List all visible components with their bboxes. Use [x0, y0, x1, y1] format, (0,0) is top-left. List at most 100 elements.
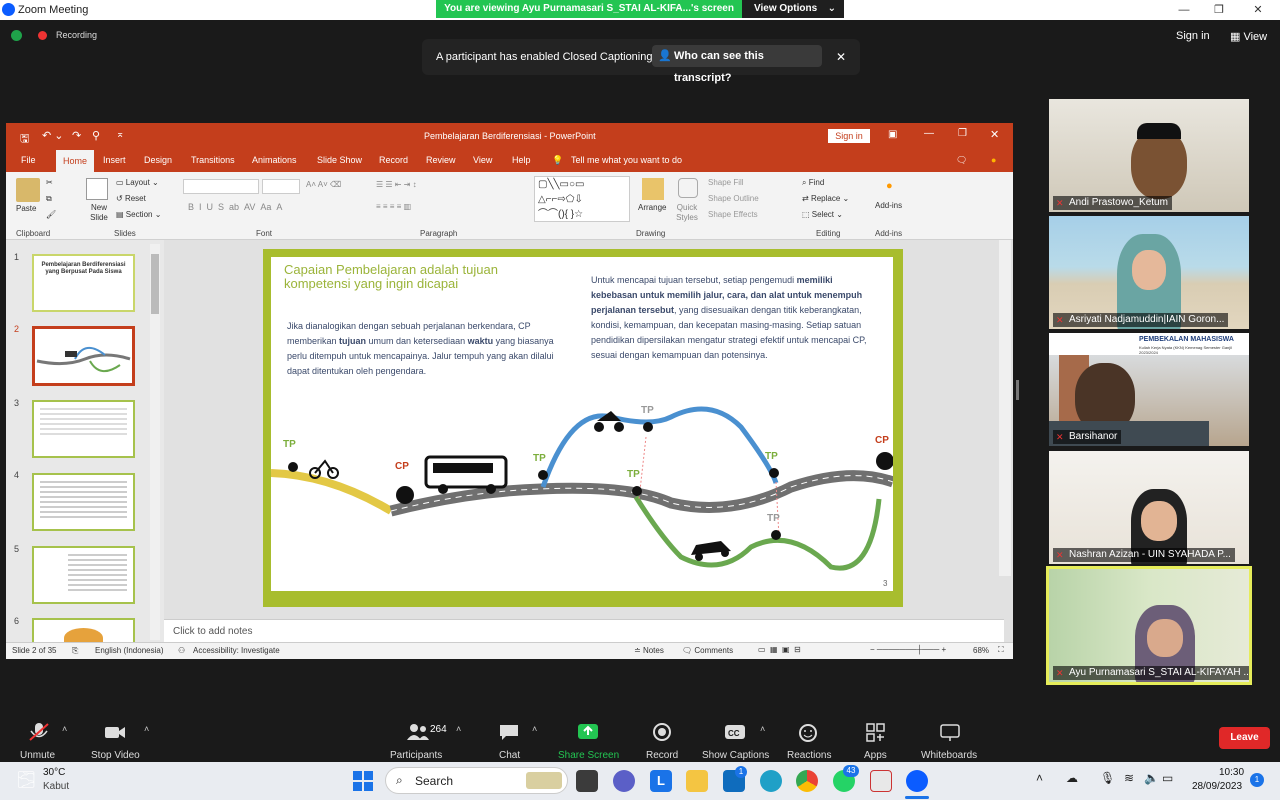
- participant-tile[interactable]: PEMBEKALAN MAHASISWA Kuliah Kerja Nyata …: [1049, 333, 1249, 446]
- tab-review[interactable]: Review: [426, 155, 456, 165]
- mail-icon[interactable]: 1: [723, 766, 747, 792]
- whiteboard-icon[interactable]: [939, 722, 961, 742]
- cloud-icon[interactable]: ☁: [1066, 771, 1078, 785]
- share-screen-icon[interactable]: [577, 722, 599, 742]
- view-options-button[interactable]: View Options ⌄: [742, 0, 844, 18]
- clock-time[interactable]: 10:30: [1219, 767, 1244, 778]
- new-slide-icon[interactable]: [86, 178, 108, 200]
- layout-button[interactable]: ▭ Layout ⌄: [116, 178, 159, 187]
- find-button[interactable]: ⌕ Find: [802, 178, 824, 188]
- tab-home[interactable]: Home: [56, 150, 94, 172]
- participant-tile[interactable]: ✕ Asriyati Nadjamuddin|IAIN Goron...: [1049, 216, 1249, 329]
- shapes-gallery[interactable]: ▢╲╲▭○▭ △⌐⌐⇨⬠⇩ ⌒⌒(){ }☆: [534, 176, 630, 222]
- l-app-icon[interactable]: L: [650, 770, 672, 792]
- edit-scrollbar[interactable]: [999, 240, 1011, 576]
- shape-fill-button[interactable]: Shape Fill: [708, 178, 744, 187]
- current-slide[interactable]: Capaian Pembelajaran adalah tujuan kompe…: [263, 249, 903, 607]
- weather-temp[interactable]: 30°C: [43, 767, 65, 778]
- chevron-up-icon[interactable]: ˄: [456, 724, 461, 734]
- record-icon[interactable]: [651, 722, 673, 742]
- tab-help[interactable]: Help: [512, 155, 531, 165]
- participant-tile-active-speaker[interactable]: ✕ Ayu Purnamasari S_STAI AL-KIFAYAH ...: [1046, 566, 1252, 685]
- notes-button[interactable]: ≐ Notes: [634, 646, 664, 655]
- shape-outline-button[interactable]: Shape Outline: [708, 194, 759, 203]
- accessibility-icon[interactable]: ⚇: [178, 646, 185, 655]
- spelling-icon[interactable]: ⎘: [72, 646, 78, 656]
- mic-muted-icon[interactable]: [28, 722, 50, 742]
- paste-button[interactable]: Paste: [16, 204, 36, 213]
- battery-icon[interactable]: ▭: [1162, 771, 1173, 785]
- save-icon[interactable]: 🖫: [20, 130, 29, 149]
- paste-icon[interactable]: [16, 178, 40, 202]
- teams-chat-icon[interactable]: [613, 770, 635, 792]
- minimize-icon[interactable]: —: [1176, 2, 1192, 18]
- file-explorer-icon[interactable]: [686, 770, 708, 792]
- reactions-icon[interactable]: [798, 722, 820, 742]
- notes-pane[interactable]: Click to add notes: [164, 619, 1004, 642]
- undo-icon[interactable]: ↶ ⌄: [42, 129, 64, 142]
- show-captions-button[interactable]: Show Captions: [702, 750, 769, 761]
- ribbon-display-icon[interactable]: ▣: [888, 129, 897, 140]
- shape-effects-button[interactable]: Shape Effects: [708, 210, 758, 219]
- tab-view[interactable]: View: [473, 155, 492, 165]
- thumbnail-scroll-thumb[interactable]: [151, 254, 159, 314]
- meeting-sign-in[interactable]: Sign in: [1176, 30, 1210, 42]
- addins-button[interactable]: Add-ins: [875, 201, 902, 210]
- ppt-restore-icon[interactable]: ❐: [958, 128, 967, 139]
- customize-qat-icon[interactable]: ⌅: [116, 129, 124, 140]
- video-camera-icon[interactable]: [104, 722, 126, 742]
- tab-insert[interactable]: Insert: [103, 155, 126, 165]
- edge-icon[interactable]: [760, 770, 782, 792]
- chrome-icon[interactable]: [796, 770, 818, 792]
- section-button[interactable]: ▤ Section ⌄: [116, 210, 161, 219]
- new-slide-button[interactable]: New Slide: [84, 203, 114, 223]
- leave-button[interactable]: Leave: [1219, 727, 1270, 749]
- unmute-button[interactable]: Unmute: [20, 750, 55, 761]
- slide-thumbnail-5[interactable]: [32, 546, 135, 604]
- redo-icon[interactable]: ↷: [72, 129, 81, 142]
- comments-button[interactable]: 🗨 Comments: [682, 646, 733, 655]
- font-name-select[interactable]: [183, 179, 259, 194]
- volume-icon[interactable]: 🔈: [1144, 771, 1159, 785]
- tell-me-input[interactable]: Tell me what you want to do: [571, 155, 682, 165]
- addins-icon[interactable]: ●: [886, 180, 893, 192]
- accessibility-status[interactable]: Accessibility: Investigate: [193, 646, 280, 655]
- tab-record[interactable]: Record: [379, 155, 408, 165]
- weather-condition[interactable]: Kabut: [43, 781, 69, 792]
- zoom-slider[interactable]: − ───────┼─── +: [870, 645, 946, 654]
- chevron-up-icon[interactable]: ˄: [1036, 771, 1043, 785]
- slide-thumbnail-3[interactable]: [32, 400, 135, 458]
- font-grow-icon[interactable]: A˄ A˅ ⌫: [306, 180, 341, 189]
- windows-start-icon[interactable]: [352, 770, 374, 792]
- slide-thumbnail-1[interactable]: Pembelajaran Berdiferensiasi yang Berpus…: [32, 254, 135, 312]
- present-icon[interactable]: ⚲: [92, 129, 100, 142]
- reset-button[interactable]: ↺ Reset: [116, 194, 146, 203]
- list-icons[interactable]: ☰ ☰ ⇤ ⇥ ↕: [376, 180, 417, 189]
- arrange-icon[interactable]: [642, 178, 664, 200]
- copy-icon[interactable]: ⧉: [46, 194, 52, 204]
- align-icons[interactable]: ≡ ≡ ≡ ≡ ▥: [376, 202, 411, 211]
- tab-transitions[interactable]: Transitions: [191, 155, 235, 165]
- comment-icon[interactable]: 🗨: [956, 155, 967, 166]
- chevron-up-icon[interactable]: ˄: [532, 724, 537, 734]
- taskbar-search[interactable]: ⌕ Search: [385, 767, 568, 794]
- select-button[interactable]: ⬚ Select ⌄: [802, 210, 843, 219]
- ppt-minimize-icon[interactable]: —: [924, 128, 934, 139]
- participants-button[interactable]: Participants: [390, 750, 442, 761]
- quick-styles-icon[interactable]: [678, 178, 698, 198]
- font-size-select[interactable]: [262, 179, 300, 194]
- record-button[interactable]: Record: [646, 750, 678, 761]
- arrange-button[interactable]: Arrange: [638, 203, 666, 212]
- chevron-up-icon[interactable]: ˄: [760, 724, 765, 734]
- apps-icon[interactable]: [865, 722, 887, 742]
- font-format-icons[interactable]: B I U S ab AV Aa A: [188, 202, 282, 212]
- ppt-sign-in-button[interactable]: Sign in: [828, 129, 870, 143]
- tab-design[interactable]: Design: [144, 155, 172, 165]
- share-screen-button[interactable]: Share Screen: [558, 750, 619, 761]
- microphone-icon[interactable]: 🎙: [1100, 771, 1115, 785]
- thumbnail-scrollbar[interactable]: [150, 244, 160, 640]
- chevron-up-icon[interactable]: ˄: [62, 724, 67, 734]
- snipping-tool-icon[interactable]: [870, 770, 892, 792]
- reactions-button[interactable]: Reactions: [787, 750, 831, 761]
- tab-slide-show[interactable]: Slide Show: [317, 155, 362, 165]
